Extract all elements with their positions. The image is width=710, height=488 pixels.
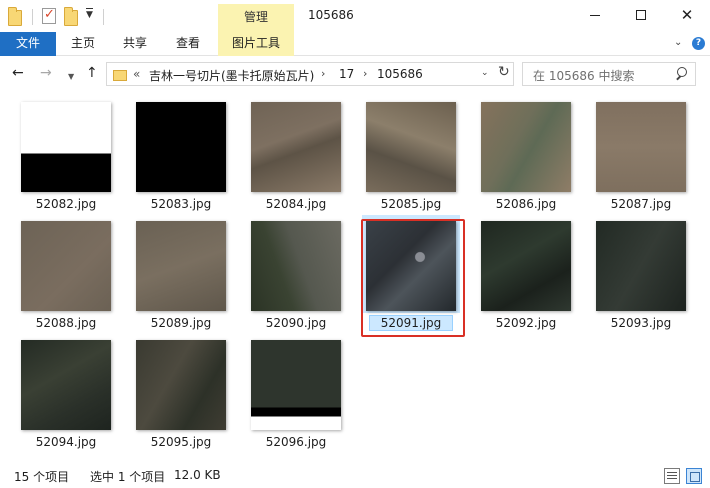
file-name: 52095.jpg [150,435,212,449]
chevron-down-icon[interactable]: ⌄ [481,68,489,78]
file-name: 52090.jpg [265,316,327,330]
file-item[interactable]: 52092.jpg [476,215,576,333]
details-view-icon[interactable] [664,468,680,484]
thumbnail [136,102,226,192]
breadcrumb-item[interactable]: 吉林一号切片(墨卡托原始瓦片) [149,67,314,84]
file-item-selected[interactable]: 52091.jpg [361,215,461,333]
forward-icon[interactable]: → [40,65,52,81]
breadcrumb-item[interactable]: 105686 [377,67,423,81]
expand-ribbon-icon[interactable]: ⌄ [674,37,682,48]
file-item[interactable]: 52090.jpg [246,215,346,333]
file-name: 52084.jpg [265,197,327,211]
tab-file[interactable]: 文件 [0,32,56,56]
thumbnail [136,340,226,430]
file-name: 52087.jpg [610,197,672,211]
back-icon[interactable]: ← [12,65,24,81]
maximize-button[interactable] [618,0,664,30]
tab-view[interactable]: 查看 [167,32,209,56]
file-item[interactable]: 52088.jpg [16,215,116,333]
search-icon[interactable] [673,66,689,82]
file-item[interactable]: 52086.jpg [476,96,576,214]
minimize-icon [590,14,600,16]
file-item[interactable]: 52087.jpg [591,96,691,214]
item-count: 15 个项目 [14,470,70,484]
tab-picture-tools[interactable]: 图片工具 [218,32,294,56]
file-name: 52082.jpg [35,197,97,211]
file-name: 52094.jpg [35,435,97,449]
close-icon: ✕ [680,5,694,24]
navigation-bar: ← → ▼ ↑ « 吉林一号切片(墨卡托原始瓦片) › 17 › 105686 … [0,56,710,92]
thumbnail [596,102,686,192]
search-box[interactable]: 在 105686 中搜索 [522,62,696,86]
separator [103,9,104,25]
thumbnail [596,221,686,311]
file-item[interactable]: 52096.jpg [246,334,346,452]
thumbnail [481,102,571,192]
file-name: 52096.jpg [265,435,327,449]
selection-size: 12.0 KB [174,468,221,482]
file-item[interactable]: 52083.jpg [131,96,231,214]
search-input[interactable]: 在 105686 中搜索 [533,67,634,84]
separator [32,9,33,25]
customize-quick-access-icon[interactable]: ▼ [86,8,93,20]
thumbnail [366,221,456,311]
file-name: 52092.jpg [495,316,557,330]
selection-count: 选中 1 个项目 [90,470,166,484]
help-icon[interactable]: ? [692,37,705,50]
tab-home[interactable]: 主页 [62,32,104,56]
file-name: 52088.jpg [35,316,97,330]
close-button[interactable]: ✕ [664,0,710,30]
up-icon[interactable]: ↑ [86,65,98,81]
chevron-right-icon[interactable]: › [363,67,367,80]
tab-share[interactable]: 共享 [114,32,156,56]
breadcrumb-overflow[interactable]: « [133,67,140,81]
file-name: 52089.jpg [150,316,212,330]
tab-manage[interactable]: 管理 [218,4,294,32]
folder-icon [113,70,127,81]
thumbnail [481,221,571,311]
file-item[interactable]: 52095.jpg [131,334,231,452]
address-bar[interactable]: « 吉林一号切片(墨卡托原始瓦片) › 17 › 105686 ⌄ ↻ [106,62,514,86]
chevron-right-icon[interactable]: › [321,67,325,80]
thumbnail [21,221,111,311]
file-name: 52093.jpg [610,316,672,330]
thumbnail [136,221,226,311]
file-name: 52083.jpg [150,197,212,211]
thumbnail [251,340,341,430]
window-title: 105686 [308,8,354,22]
breadcrumb-item[interactable]: 17 [339,67,354,81]
file-name: 52091.jpg [369,315,453,331]
thumbnail [21,340,111,430]
title-bar: ▼ 管理 105686 ✕ [0,0,710,32]
large-icons-view-icon[interactable] [686,468,702,484]
file-name: 52086.jpg [495,197,557,211]
minimize-button[interactable] [572,0,618,30]
thumbnail [251,221,341,311]
file-list: 52082.jpg 52083.jpg 52084.jpg 52085.jpg … [0,92,710,464]
file-item[interactable]: 52084.jpg [246,96,346,214]
file-item[interactable]: 52085.jpg [361,96,461,214]
ribbon-tabs: 文件 主页 共享 查看 图片工具 ⌄ ? [0,32,710,56]
file-name: 52085.jpg [380,197,442,211]
status-bar: 15 个项目 选中 1 个项目 12.0 KB [0,464,710,488]
recent-locations-icon[interactable]: ▼ [68,69,74,85]
refresh-icon[interactable]: ↻ [498,64,510,80]
maximize-icon [636,10,646,20]
file-item[interactable]: 52094.jpg [16,334,116,452]
file-item[interactable]: 52093.jpg [591,215,691,333]
thumbnail [366,102,456,192]
thumbnail [251,102,341,192]
file-item[interactable]: 52089.jpg [131,215,231,333]
thumbnail [21,102,111,192]
file-item[interactable]: 52082.jpg [16,96,116,214]
